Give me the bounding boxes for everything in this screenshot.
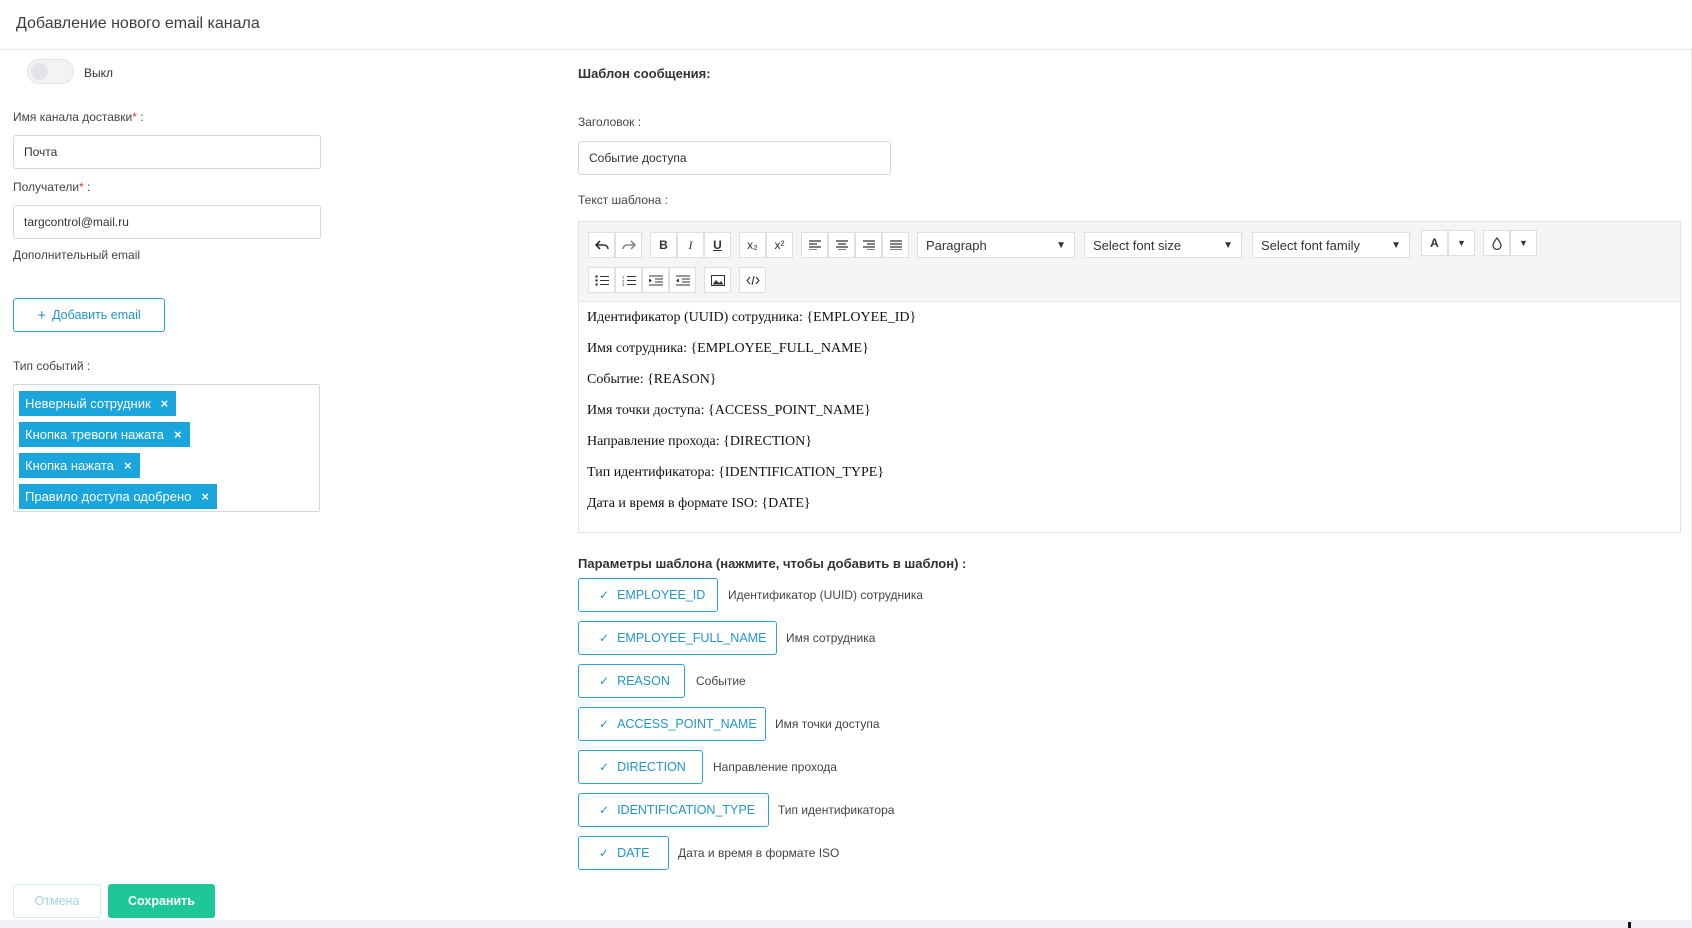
font-size-select[interactable]: Select font size ▼ (1084, 232, 1242, 258)
paragraph-select[interactable]: Paragraph ▼ (917, 232, 1075, 258)
remove-tag-icon[interactable]: × (174, 427, 182, 442)
param-description: Дата и время в формате ISO (678, 846, 840, 860)
email-channel-form: Добавление нового email канала Выкл Имя … (0, 0, 1692, 928)
check-icon: ✓ (599, 717, 610, 731)
template-line: Тип идентификатора: {IDENTIFICATION_TYPE… (587, 465, 885, 480)
chevron-down-icon: ▼ (1391, 239, 1401, 251)
recipients-input[interactable]: targcontrol@mail.ru (13, 205, 321, 239)
param-description: Направление прохода (713, 760, 837, 774)
toggle-knob (31, 63, 48, 80)
chevron-down-icon: ▼ (1223, 239, 1233, 251)
align-right-icon[interactable] (855, 232, 882, 258)
additional-email-label: Дополнительный email (13, 248, 141, 262)
remove-tag-icon[interactable]: × (201, 489, 209, 504)
param-button-date[interactable]: ✓ DATE (578, 836, 669, 870)
add-email-button[interactable]: + Добавить email (13, 298, 165, 332)
template-text-label: Текст шаблона : (578, 193, 668, 207)
cursor-mark (1628, 922, 1631, 928)
rich-text-editor: B I U x₂ x² Paragraph ▼ Select font size… (578, 221, 1681, 533)
font-family-select[interactable]: Select font family ▼ (1252, 232, 1410, 258)
source-code-icon[interactable] (739, 267, 766, 293)
param-button-identification-type[interactable]: ✓ IDENTIFICATION_TYPE (578, 793, 769, 827)
insert-image-icon[interactable] (704, 267, 731, 293)
params-title: Параметры шаблона (нажмите, чтобы добави… (578, 556, 967, 571)
align-justify-icon[interactable] (882, 232, 909, 258)
template-line: Идентификатор (UUID) сотрудника: {EMPLOY… (587, 310, 917, 325)
font-color-dropdown[interactable]: ▼ (1448, 230, 1475, 256)
check-icon: ✓ (599, 631, 610, 645)
add-email-label: Добавить email (52, 308, 141, 322)
channel-name-input[interactable]: Почта (13, 135, 321, 169)
template-line: Событие: {REASON} (587, 372, 717, 387)
subscript-button[interactable]: x₂ (739, 232, 766, 258)
svg-text:3: 3 (622, 282, 625, 286)
superscript-button[interactable]: x² (766, 232, 793, 258)
bottom-bar (0, 920, 1692, 928)
check-icon: ✓ (599, 760, 610, 774)
background-color-dropdown[interactable]: ▼ (1510, 230, 1537, 256)
param-button-employee-id[interactable]: ✓ EMPLOYEE_ID (578, 578, 718, 612)
bullet-list-icon[interactable] (588, 267, 615, 293)
recipients-label: Получатели* : (13, 180, 91, 194)
bold-button[interactable]: B (650, 232, 677, 258)
save-button[interactable]: Сохранить (108, 884, 215, 918)
template-line: Направление прохода: {DIRECTION} (587, 434, 812, 449)
param-button-reason[interactable]: ✓ REASON (578, 664, 685, 698)
editor-toolbar: B I U x₂ x² Paragraph ▼ Select font size… (579, 222, 1680, 302)
outdent-icon[interactable] (669, 267, 696, 293)
enabled-toggle[interactable] (27, 59, 74, 84)
toggle-label: Выкл (84, 66, 114, 80)
channel-name-label: Имя канала доставки* : (13, 110, 144, 124)
event-types-label: Тип событий : (13, 359, 91, 373)
subject-input[interactable]: Событие доступа (578, 141, 891, 175)
remove-tag-icon[interactable]: × (161, 396, 169, 411)
editor-content[interactable]: Идентификатор (UUID) сотрудника: {EMPLOY… (579, 302, 1680, 532)
event-tag: Неверный сотрудник × (19, 391, 177, 416)
param-description: Имя точки доступа (775, 717, 880, 731)
underline-button[interactable]: U (704, 232, 731, 258)
chevron-down-icon: ▼ (1056, 239, 1066, 251)
check-icon: ✓ (599, 588, 610, 602)
event-tag: Кнопка тревоги нажата × (19, 422, 190, 447)
redo-icon[interactable] (615, 232, 642, 258)
cancel-button[interactable]: Отмена (13, 884, 101, 918)
plus-icon: + (37, 306, 47, 324)
template-line: Дата и время в формате ISO: {DATE} (587, 496, 811, 511)
param-description: Имя сотрудника (786, 631, 876, 645)
event-tag: Кнопка нажата × (19, 453, 140, 478)
italic-button[interactable]: I (677, 232, 704, 258)
param-button-direction[interactable]: ✓ DIRECTION (578, 750, 703, 784)
check-icon: ✓ (599, 846, 610, 860)
event-tag: Правило доступа одобрено × (19, 484, 218, 509)
param-button-access-point-name[interactable]: ✓ ACCESS_POINT_NAME (578, 707, 766, 741)
template-section-title: Шаблон сообщения: (578, 66, 711, 81)
param-description: Событие (696, 674, 746, 688)
event-types-select[interactable]: Неверный сотрудник × Кнопка тревоги нажа… (13, 384, 320, 512)
param-button-employee-full-name[interactable]: ✓ EMPLOYEE_FULL_NAME (578, 621, 777, 655)
check-icon: ✓ (599, 803, 610, 817)
template-line: Имя сотрудника: {EMPLOYEE_FULL_NAME} (587, 341, 869, 356)
param-description: Тип идентификатора (778, 803, 895, 817)
undo-icon[interactable] (588, 232, 615, 258)
background-color-icon[interactable] (1483, 230, 1510, 256)
font-color-button[interactable]: A (1421, 230, 1448, 256)
page-header: Добавление нового email канала (0, 0, 1692, 50)
check-icon: ✓ (599, 674, 610, 688)
template-line: Имя точки доступа: {ACCESS_POINT_NAME} (587, 403, 871, 418)
remove-tag-icon[interactable]: × (124, 458, 132, 473)
indent-icon[interactable] (642, 267, 669, 293)
align-left-icon[interactable] (801, 232, 828, 258)
subject-label: Заголовок : (578, 115, 642, 129)
numbered-list-icon[interactable]: 123 (615, 267, 642, 293)
align-center-icon[interactable] (828, 232, 855, 258)
param-description: Идентификатор (UUID) сотрудника (728, 588, 924, 602)
page-title: Добавление нового email канала (16, 15, 260, 32)
